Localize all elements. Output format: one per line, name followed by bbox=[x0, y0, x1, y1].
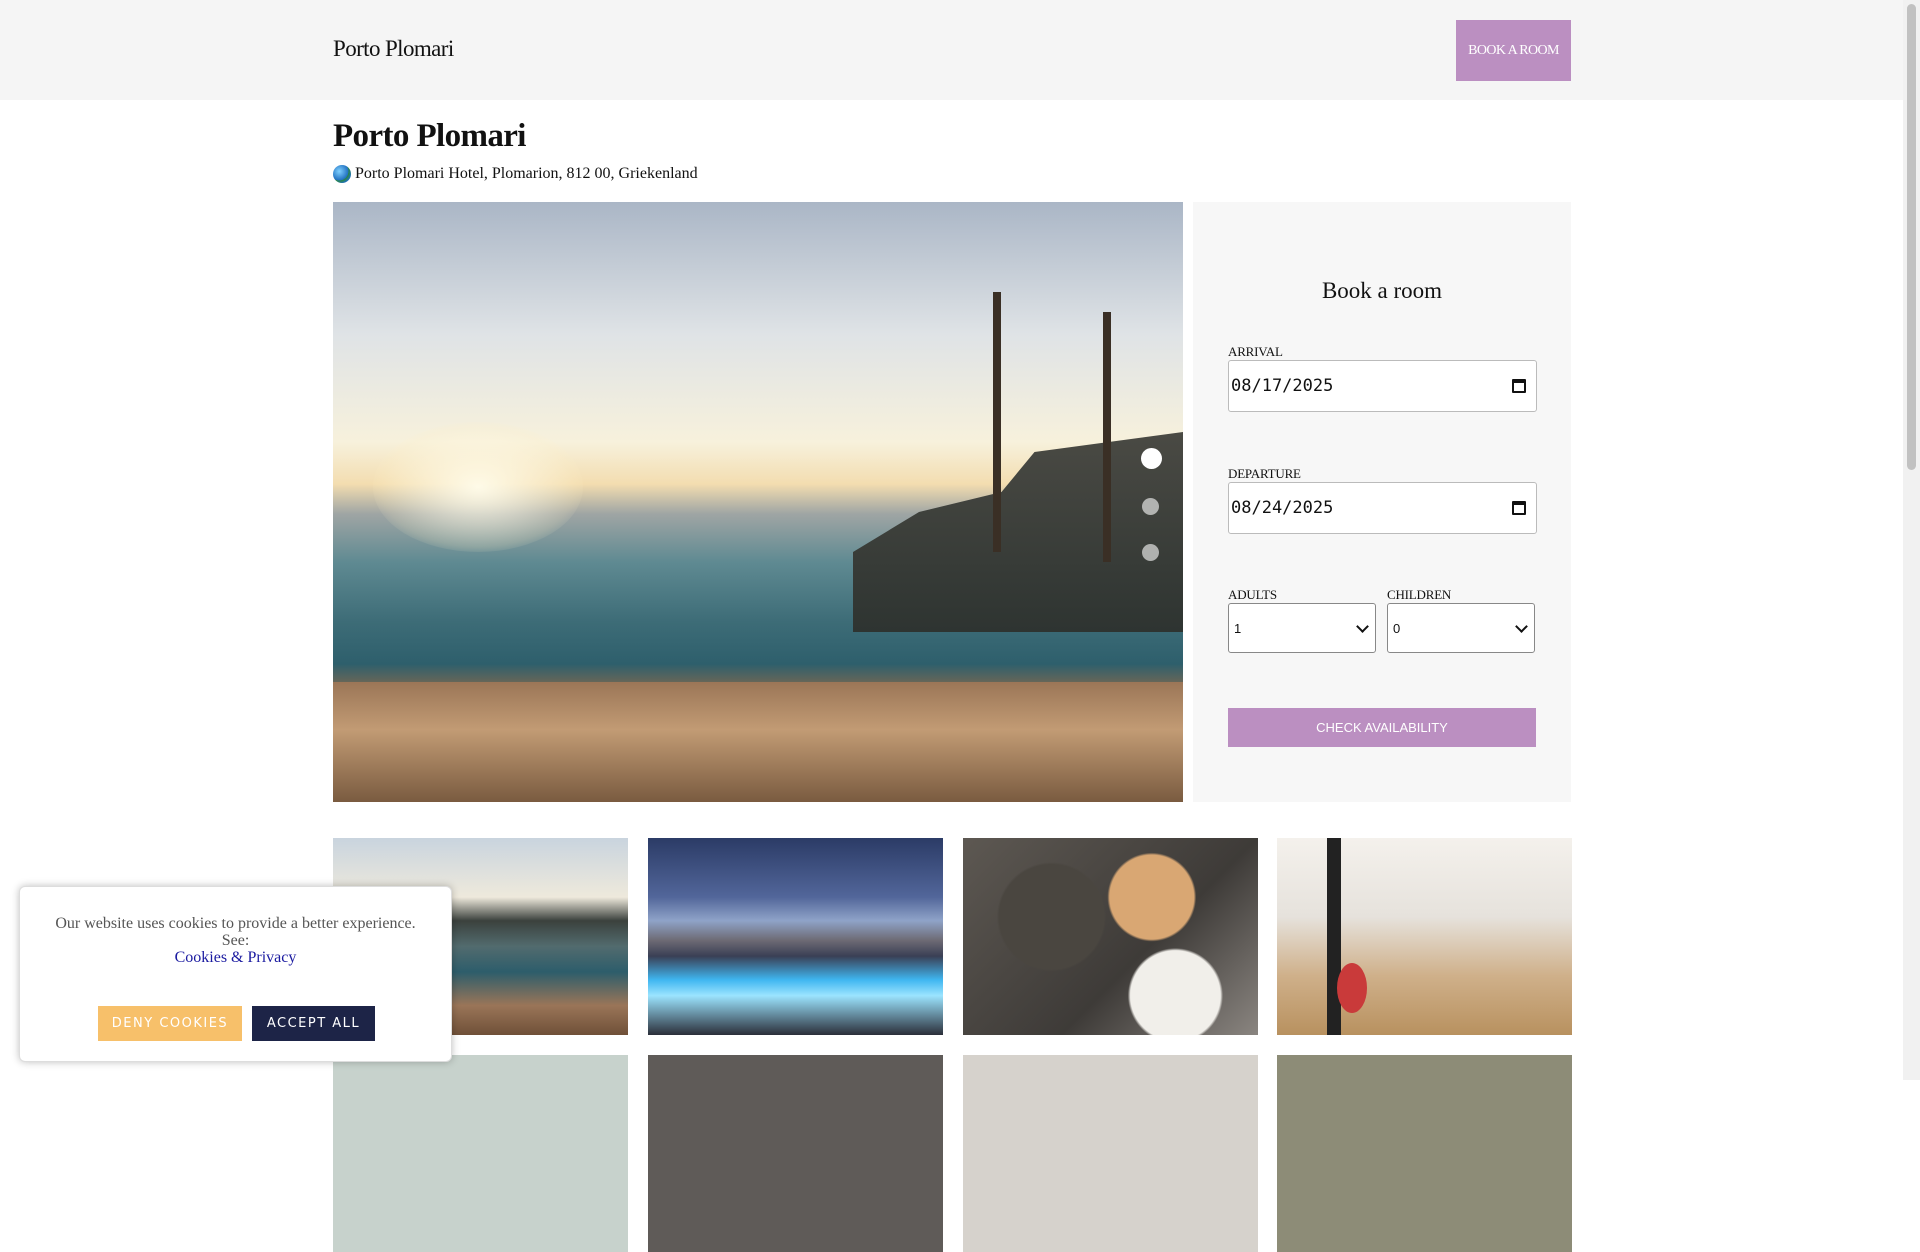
departure-date-input[interactable]: 08/24/2025 bbox=[1228, 482, 1537, 534]
page-title: Porto Plomari bbox=[333, 118, 526, 154]
hero-deck bbox=[333, 682, 1183, 802]
adults-select[interactable]: 1 bbox=[1228, 603, 1376, 653]
cookie-banner: Our website uses cookies to provide a be… bbox=[19, 886, 452, 1062]
cookie-message: Our website uses cookies to provide a be… bbox=[40, 915, 431, 966]
hero-sun-glow bbox=[373, 422, 583, 552]
children-select[interactable]: 0 bbox=[1387, 603, 1535, 653]
gallery-thumbnail[interactable] bbox=[648, 1055, 943, 1252]
gallery-thumbnail[interactable] bbox=[333, 1055, 628, 1252]
calendar-icon[interactable] bbox=[1512, 379, 1526, 393]
hero-palm bbox=[1103, 312, 1111, 562]
calendar-icon[interactable] bbox=[1512, 501, 1526, 515]
arrival-label: ARRIVAL bbox=[1228, 344, 1283, 359]
hero-palm bbox=[993, 292, 1001, 552]
accept-all-button[interactable]: ACCEPT ALL bbox=[252, 1006, 375, 1041]
adults-label: ADULTS bbox=[1228, 587, 1277, 602]
children-label: CHILDREN bbox=[1387, 587, 1452, 602]
cookie-text: Our website uses cookies to provide a be… bbox=[55, 915, 416, 949]
chevron-down-icon bbox=[1356, 620, 1369, 633]
globe-icon bbox=[333, 165, 351, 183]
slider-dot-3[interactable] bbox=[1142, 544, 1159, 561]
check-availability-button[interactable]: CHECK AVAILABILITY bbox=[1228, 708, 1536, 747]
slider-dot-1[interactable] bbox=[1141, 448, 1162, 469]
adults-value: 1 bbox=[1234, 620, 1242, 636]
gallery-thumbnail-gym[interactable] bbox=[1277, 838, 1572, 1035]
scrollbar-thumb[interactable] bbox=[1907, 4, 1916, 470]
site-logo[interactable]: Porto Plomari bbox=[333, 36, 454, 62]
hotel-address: Porto Plomari Hotel, Plomarion, 812 00, … bbox=[333, 165, 698, 183]
gallery-thumbnail[interactable] bbox=[963, 1055, 1258, 1252]
departure-date-value: 08/24/2025 bbox=[1231, 498, 1334, 518]
gallery-thumbnail[interactable] bbox=[1277, 1055, 1572, 1252]
address-text: Porto Plomari Hotel, Plomarion, 812 00, … bbox=[355, 165, 698, 182]
cookies-privacy-link[interactable]: Cookies & Privacy bbox=[175, 949, 297, 966]
site-header: Porto Plomari BOOK A ROOM bbox=[0, 0, 1903, 100]
slider-dot-2[interactable] bbox=[1142, 498, 1159, 515]
page-scrollbar[interactable] bbox=[1903, 0, 1920, 1080]
booking-panel: Book a room ARRIVAL 08/17/2025 DEPARTURE… bbox=[1193, 202, 1571, 802]
departure-label: DEPARTURE bbox=[1228, 466, 1301, 481]
chevron-down-icon bbox=[1515, 620, 1528, 633]
arrival-date-value: 08/17/2025 bbox=[1231, 376, 1334, 396]
children-value: 0 bbox=[1393, 620, 1401, 636]
arrival-date-input[interactable]: 08/17/2025 bbox=[1228, 360, 1537, 412]
hero-image-slider[interactable] bbox=[333, 202, 1183, 802]
deny-cookies-button[interactable]: DENY COOKIES bbox=[98, 1006, 242, 1041]
gallery-thumbnail-night-pool[interactable] bbox=[648, 838, 943, 1035]
booking-title: Book a room bbox=[1321, 278, 1443, 303]
gallery-thumbnail-food[interactable] bbox=[963, 838, 1258, 1035]
book-room-header-button[interactable]: BOOK A ROOM bbox=[1456, 20, 1571, 81]
slider-dots bbox=[1141, 448, 1162, 561]
